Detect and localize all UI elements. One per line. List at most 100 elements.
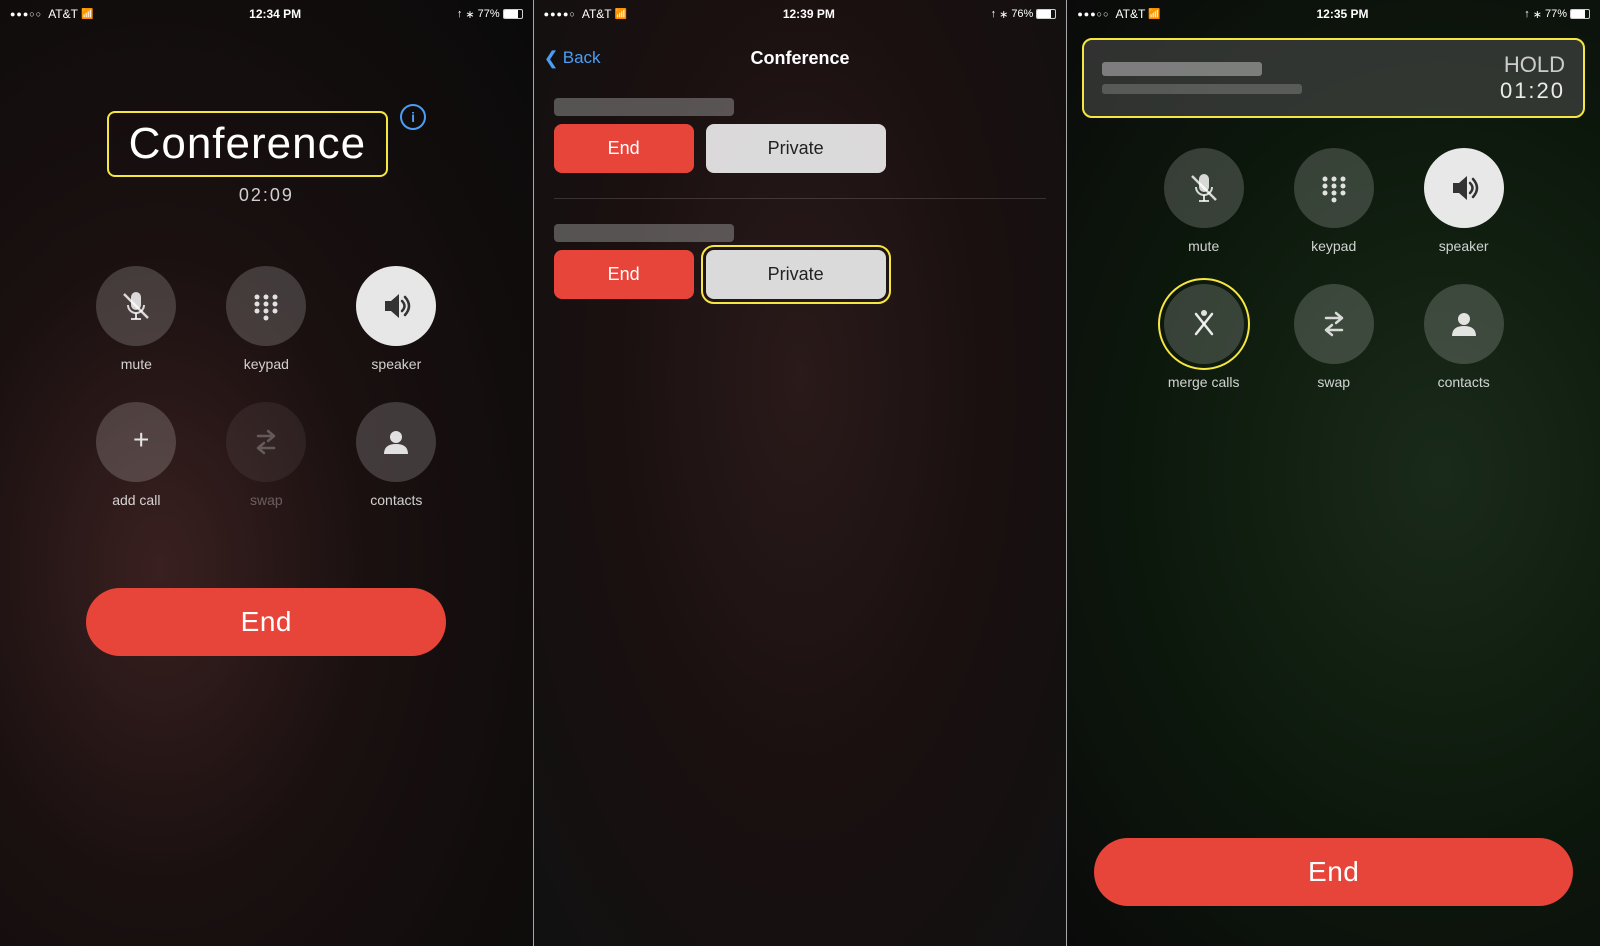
swap-icon-right [1318,308,1350,340]
conf-divider [554,198,1047,199]
add-call-icon-left: + [119,425,153,459]
add-call-label-left: add call [112,492,160,508]
signal-dots-mid: ●●●●○ [544,9,576,19]
add-call-btn-left[interactable]: + add call [81,402,191,508]
conference-title-text: Conference [129,119,366,169]
battery-pct-mid: 76% [1011,8,1033,20]
keypad-label-right: keypad [1311,238,1356,254]
battery-icon-right [1570,9,1590,19]
bluetooth-icon-left: ∗ [465,8,474,21]
conference-title-area: Conference i [107,56,426,177]
mute-icon-right [1188,172,1220,204]
contacts-icon-left [380,426,412,458]
battery-icon-left [503,9,523,19]
merge-calls-circle-right[interactable] [1164,284,1244,364]
back-button-mid[interactable]: ❮ Back [544,48,601,69]
swap-btn-left: swap [211,402,321,508]
end-button-left[interactable]: End [86,588,446,656]
conf-end-btn-1[interactable]: End [554,124,694,173]
panel-left: ●●●○○ AT&T 📶 12:34 PM ↑ ∗ 77% Conference… [0,0,533,946]
conf-private-btn-1[interactable]: Private [706,124,886,173]
hold-card-left [1102,62,1302,94]
hold-timer: 01:20 [1500,78,1565,104]
conf-item-1: End Private [554,98,1047,173]
contacts-btn-right[interactable]: contacts [1409,284,1519,390]
status-right-left: ↑ ∗ 77% [457,8,523,21]
time-right: 12:35 PM [1317,7,1369,21]
end-button-right[interactable]: End [1094,838,1573,906]
bluetooth-icon-right: ∗ [1533,8,1542,21]
hold-card: HOLD 01:20 [1082,38,1585,118]
merge-calls-btn-right[interactable]: merge calls [1149,284,1259,390]
hold-card-right: HOLD 01:20 [1500,52,1565,104]
arrow-icon-mid: ↑ [991,8,997,20]
hold-label: HOLD [1500,52,1565,78]
swap-label-right: swap [1317,374,1350,390]
speaker-circle-right[interactable] [1424,148,1504,228]
speaker-icon-right [1447,171,1481,205]
panel-middle: ●●●●○ AT&T 📶 12:39 PM ↑ ∗ 76% ❮ Back Con… [534,0,1067,946]
mute-icon-left [120,290,152,322]
conference-title-box: Conference [107,111,388,177]
arrow-icon-right: ↑ [1524,8,1530,20]
conf-item-2: End Private [554,224,1047,299]
keypad-btn-left[interactable]: keypad [211,266,321,372]
carrier-left: AT&T [48,7,78,21]
info-icon-left[interactable]: i [400,104,426,130]
swap-label-left: swap [250,492,283,508]
status-left-right: ●●●○○ AT&T 📶 [1077,7,1160,21]
conf-caller-bar-1 [554,98,734,116]
speaker-btn-left[interactable]: speaker [341,266,451,372]
buttons-grid-right: mute keypad [1149,148,1519,390]
hold-sub-bar [1102,84,1302,94]
speaker-label-right: speaker [1439,238,1489,254]
mute-label-right: mute [1188,238,1219,254]
conf-end-btn-2[interactable]: End [554,250,694,299]
status-bar-middle: ●●●●○ AT&T 📶 12:39 PM ↑ ∗ 76% [534,0,1067,28]
status-right-mid: ↑ ∗ 76% [991,8,1057,21]
contacts-circle-left[interactable] [356,402,436,482]
add-call-circle-left[interactable]: + [96,402,176,482]
conference-list: End Private End Private [534,83,1067,314]
mute-circle-right[interactable] [1164,148,1244,228]
battery-icon-mid [1036,9,1056,19]
hold-name-bar [1102,62,1262,76]
panel-right: ●●●○○ AT&T 📶 12:35 PM ↑ ∗ 77% HOLD 01:20 [1067,0,1600,946]
speaker-circle-left[interactable] [356,266,436,346]
conf-private-btn-2[interactable]: Private [706,250,886,299]
contacts-icon-right [1448,308,1480,340]
chevron-left-icon: ❮ [544,48,559,69]
keypad-circle-right[interactable] [1294,148,1374,228]
status-bar-right: ●●●○○ AT&T 📶 12:35 PM ↑ ∗ 77% [1067,0,1600,28]
keypad-circle-left[interactable] [226,266,306,346]
bluetooth-icon-mid: ∗ [999,8,1008,21]
carrier-right: AT&T [1116,7,1146,21]
mute-label-left: mute [121,356,152,372]
merge-calls-icon-right [1186,306,1222,342]
contacts-circle-right[interactable] [1424,284,1504,364]
mute-btn-left[interactable]: mute [81,266,191,372]
mute-circle-left[interactable] [96,266,176,346]
buttons-grid-left: mute keypad [81,266,451,508]
speaker-btn-right[interactable]: speaker [1409,148,1519,254]
status-bar-left: ●●●○○ AT&T 📶 12:34 PM ↑ ∗ 77% [0,0,533,28]
wifi-icon-mid: 📶 [615,9,627,20]
swap-btn-right[interactable]: swap [1279,284,1389,390]
call-timer-left: 02:09 [239,185,294,206]
keypad-label-left: keypad [244,356,289,372]
swap-icon-left [250,426,282,458]
mute-btn-right[interactable]: mute [1149,148,1259,254]
conf-actions-1: End Private [554,124,1047,173]
merge-calls-label-right: merge calls [1168,374,1240,390]
battery-pct-right: 77% [1545,8,1567,20]
nav-bar-mid: ❮ Back Conference [534,33,1067,83]
swap-circle-left [226,402,306,482]
contacts-btn-left[interactable]: contacts [341,402,451,508]
back-label[interactable]: Back [563,48,601,68]
conf-caller-bar-2 [554,224,734,242]
wifi-icon-right: 📶 [1148,9,1160,20]
keypad-icon-left [251,291,281,321]
keypad-btn-right[interactable]: keypad [1279,148,1389,254]
keypad-icon-right [1319,173,1349,203]
swap-circle-right[interactable] [1294,284,1374,364]
